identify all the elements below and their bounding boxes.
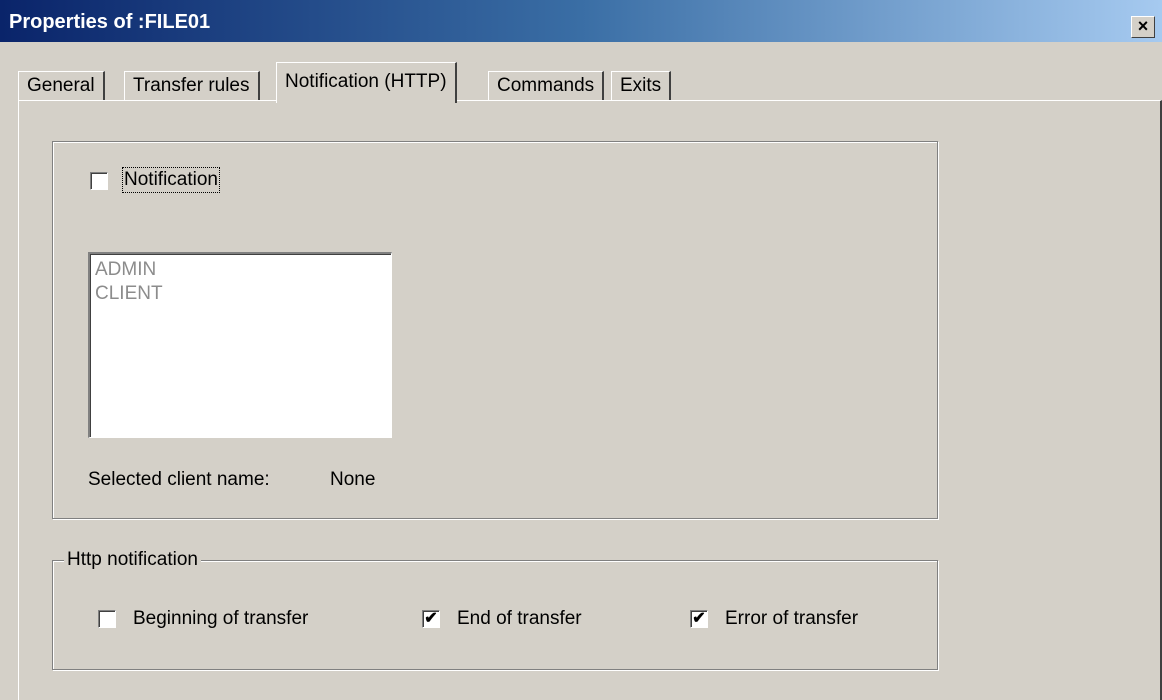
end-of-transfer-checkbox[interactable]: ✔ <box>422 610 440 628</box>
tab-strip: General Transfer rules Notification (HTT… <box>0 62 1162 103</box>
selected-client-value: None <box>330 469 376 490</box>
close-button[interactable]: × <box>1131 16 1155 38</box>
end-of-transfer-label[interactable]: End of transfer <box>457 608 582 630</box>
error-of-transfer-checkbox[interactable]: ✔ <box>690 610 708 628</box>
list-item[interactable]: ADMIN <box>95 258 386 282</box>
check-mark-icon: ✔ <box>424 610 438 627</box>
check-mark-icon: ✔ <box>692 610 706 627</box>
http-notification-legend: Http notification <box>64 549 201 571</box>
tab-commands-label: Commands <box>497 75 595 96</box>
tab-transfer-rules-label: Transfer rules <box>133 75 250 96</box>
tab-exits-label: Exits <box>620 75 662 96</box>
title-bar: Properties of :FILE01 × <box>0 0 1162 42</box>
tab-exits[interactable]: Exits <box>611 71 672 101</box>
tab-general[interactable]: General <box>18 71 105 101</box>
beginning-of-transfer-checkbox[interactable] <box>98 610 116 628</box>
selected-client-label: Selected client name: <box>88 469 270 490</box>
close-icon: × <box>1137 16 1149 36</box>
beginning-of-transfer-label[interactable]: Beginning of transfer <box>133 608 308 630</box>
client-listbox[interactable]: ADMIN CLIENT <box>88 252 392 438</box>
tab-notification-http-label: Notification (HTTP) <box>285 71 447 92</box>
error-of-transfer-label[interactable]: Error of transfer <box>725 608 858 630</box>
window-title: Properties of :FILE01 <box>9 11 211 33</box>
notification-checkbox[interactable] <box>90 172 108 190</box>
tab-notification-http[interactable]: Notification (HTTP) <box>276 62 457 103</box>
notification-label[interactable]: Notification <box>122 167 220 193</box>
tab-general-label: General <box>27 75 95 96</box>
tab-commands[interactable]: Commands <box>488 71 605 101</box>
tab-transfer-rules[interactable]: Transfer rules <box>124 71 260 101</box>
list-item[interactable]: CLIENT <box>95 282 386 306</box>
